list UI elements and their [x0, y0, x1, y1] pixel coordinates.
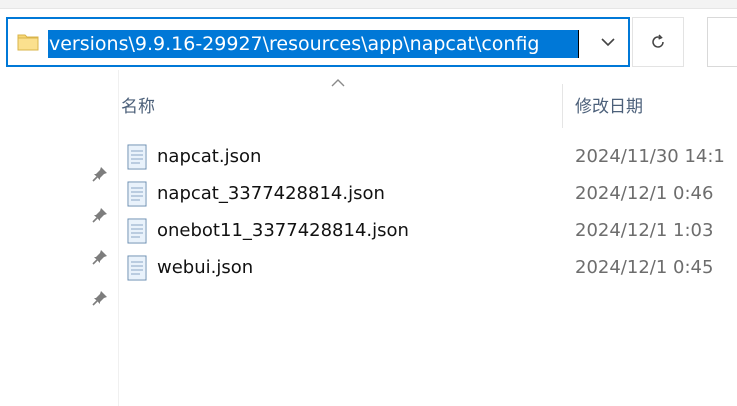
address-bar[interactable]: versions\9.9.16-29927\resources\app\napc…: [6, 17, 630, 67]
json-file-icon: [127, 181, 147, 207]
file-row[interactable]: napcat_3377428814.json 2024/12/1 0:46: [120, 176, 737, 213]
file-modified-date: 2024/12/1 0:45: [575, 257, 714, 278]
folder-icon: [17, 34, 39, 51]
file-row[interactable]: webui.json 2024/12/1 0:45: [120, 250, 737, 287]
refresh-icon: [652, 34, 664, 48]
pin-icon[interactable]: [90, 205, 110, 225]
sort-up-icon: [331, 79, 345, 87]
chevron-down-icon: [601, 37, 615, 46]
json-file-icon: [127, 255, 147, 281]
text-caret: [578, 30, 579, 58]
refresh-button[interactable]: [632, 17, 684, 67]
pin-icon[interactable]: [90, 164, 110, 184]
address-path-input[interactable]: versions\9.9.16-29927\resources\app\napc…: [48, 30, 578, 58]
file-name[interactable]: napcat_3377428814.json: [157, 183, 385, 204]
json-file-icon: [127, 218, 147, 244]
file-modified-date: 2024/11/30 14:1: [575, 146, 725, 167]
file-name[interactable]: napcat.json: [157, 146, 261, 167]
pin-icon[interactable]: [90, 247, 110, 267]
json-file-icon: [127, 144, 147, 170]
column-header-date-modified[interactable]: 修改日期: [575, 92, 643, 117]
pin-icon[interactable]: [90, 288, 110, 308]
address-history-dropdown-button[interactable]: [588, 19, 628, 65]
file-name[interactable]: webui.json: [157, 257, 253, 278]
pane-divider: [118, 70, 119, 406]
navigation-pane: [0, 70, 118, 406]
search-box[interactable]: [707, 17, 737, 67]
column-header-name[interactable]: 名称: [121, 92, 155, 117]
column-separator[interactable]: [562, 84, 563, 128]
file-modified-date: 2024/12/1 1:03: [575, 220, 714, 241]
file-name[interactable]: onebot11_3377428814.json: [157, 220, 409, 241]
file-row[interactable]: napcat.json 2024/11/30 14:1: [120, 139, 737, 176]
file-row[interactable]: onebot11_3377428814.json 2024/12/1 1:03: [120, 213, 737, 250]
window-top-strip: [0, 0, 737, 9]
file-modified-date: 2024/12/1 0:46: [575, 183, 714, 204]
